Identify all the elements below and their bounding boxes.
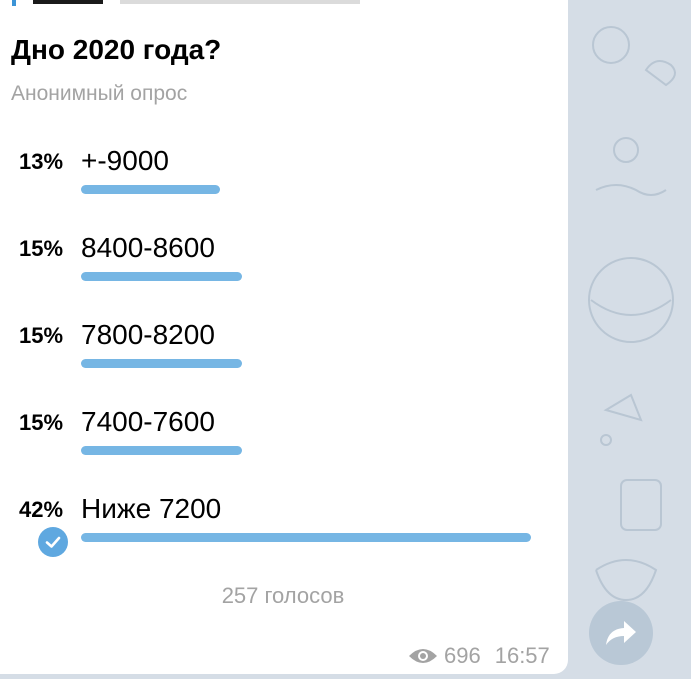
poll-option-label: +-9000 xyxy=(81,145,169,176)
poll-option-percent: 15% xyxy=(19,236,64,261)
poll-option[interactable]: 15% 7400-7600 xyxy=(0,406,560,466)
message-time: 16:57 xyxy=(494,643,550,668)
check-icon xyxy=(38,527,68,557)
eye-icon xyxy=(409,649,437,663)
poll-option-percent: 42% xyxy=(19,497,64,522)
share-button[interactable] xyxy=(589,601,653,665)
share-arrow-icon xyxy=(606,621,636,645)
poll-option-selected[interactable]: 42% Ниже 7200 xyxy=(0,493,560,557)
poll-option-bar xyxy=(81,185,220,194)
poll-option-label: 8400-8600 xyxy=(81,232,215,263)
poll-option[interactable]: 13% +-9000 xyxy=(0,145,560,205)
poll-option-label: Ниже 7200 xyxy=(81,493,222,524)
message-meta: 696 16:57 xyxy=(408,642,550,670)
poll-option-percent: 15% xyxy=(19,323,64,348)
total-votes[interactable]: 257 голосов xyxy=(0,583,566,609)
poll-question: Дно 2020 года? xyxy=(11,34,222,65)
chat-background-pattern xyxy=(588,26,676,602)
poll-option-bar xyxy=(81,533,531,542)
view-count: 696 xyxy=(444,643,481,668)
poll-option[interactable]: 15% 8400-8600 xyxy=(0,232,560,292)
reply-preview-text xyxy=(120,0,360,4)
poll-option-bar xyxy=(81,446,242,455)
poll-option-percent: 13% xyxy=(19,149,64,174)
poll-option[interactable]: 15% 7800-8200 xyxy=(0,319,560,379)
reply-accent-bar xyxy=(12,0,16,6)
poll-option-bar xyxy=(81,359,242,368)
poll-option-label: 7400-7600 xyxy=(81,406,215,437)
reply-preview[interactable] xyxy=(0,0,380,6)
poll-type: Анонимный опрос xyxy=(11,82,188,105)
reply-redacted-name xyxy=(33,0,103,4)
poll-option-label: 7800-8200 xyxy=(81,319,215,350)
poll-option-percent: 15% xyxy=(19,410,64,435)
poll-option-bar xyxy=(81,272,242,281)
